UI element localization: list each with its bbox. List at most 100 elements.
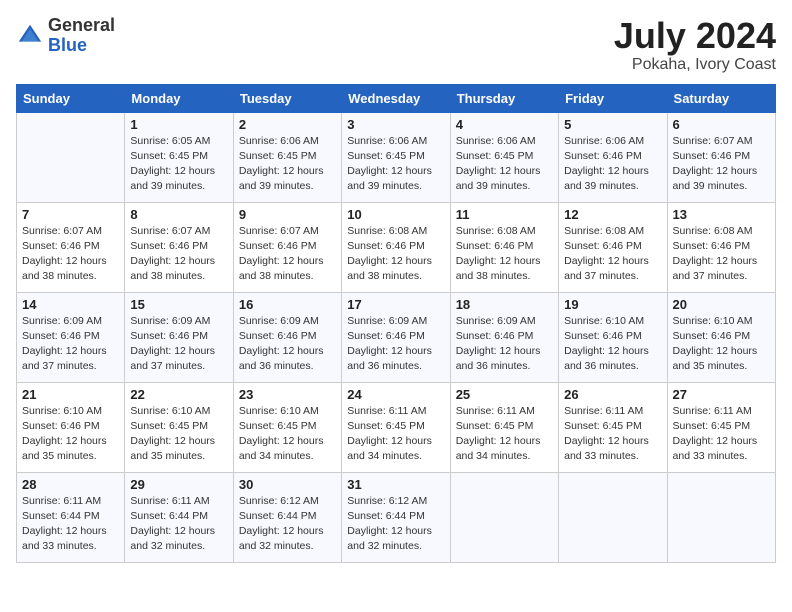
calendar-cell: 6 Sunrise: 6:07 AMSunset: 6:46 PMDaylight… bbox=[667, 112, 775, 202]
day-number: 15 bbox=[130, 297, 227, 312]
day-number: 16 bbox=[239, 297, 336, 312]
day-detail: Sunrise: 6:10 AMSunset: 6:45 PMDaylight:… bbox=[130, 404, 227, 465]
day-number: 11 bbox=[456, 207, 553, 222]
day-detail: Sunrise: 6:07 AMSunset: 6:46 PMDaylight:… bbox=[673, 134, 770, 195]
calendar-cell: 30Sunrise: 6:12 AMSunset: 6:44 PMDayligh… bbox=[233, 472, 341, 562]
day-detail: Sunrise: 6:08 AMSunset: 6:46 PMDaylight:… bbox=[456, 224, 553, 285]
day-number: 20 bbox=[673, 297, 770, 312]
day-detail: Sunrise: 6:09 AMSunset: 6:46 PMDaylight:… bbox=[130, 314, 227, 375]
calendar-day-header: Sunday bbox=[17, 84, 125, 112]
calendar-week-row: 21 Sunrise: 6:10 AMSunset: 6:46 PMDayligh… bbox=[17, 382, 776, 472]
calendar-subtitle: Pokaha, Ivory Coast bbox=[614, 56, 776, 74]
day-number: 2 bbox=[239, 117, 336, 132]
day-detail: Sunrise: 6:06 AMSunset: 6:45 PMDaylight:… bbox=[239, 134, 336, 195]
day-number: 21 bbox=[22, 387, 119, 402]
day-number: 24 bbox=[347, 387, 444, 402]
day-number: 10 bbox=[347, 207, 444, 222]
day-detail: Sunrise: 6:09 AMSunset: 6:46 PMDaylight:… bbox=[239, 314, 336, 375]
day-number: 8 bbox=[130, 207, 227, 222]
day-detail: Sunrise: 6:07 AMSunset: 6:46 PMDaylight:… bbox=[22, 224, 119, 285]
calendar-cell: 25 Sunrise: 6:11 AMSunset: 6:45 PMDayligh… bbox=[450, 382, 558, 472]
day-number: 22 bbox=[130, 387, 227, 402]
day-number: 3 bbox=[347, 117, 444, 132]
day-number: 14 bbox=[22, 297, 119, 312]
day-detail: Sunrise: 6:11 AMSunset: 6:45 PMDaylight:… bbox=[456, 404, 553, 465]
calendar-cell: 4 Sunrise: 6:06 AMSunset: 6:45 PMDaylight… bbox=[450, 112, 558, 202]
day-detail: Sunrise: 6:09 AMSunset: 6:46 PMDaylight:… bbox=[456, 314, 553, 375]
day-detail: Sunrise: 6:10 AMSunset: 6:46 PMDaylight:… bbox=[22, 404, 119, 465]
day-detail: Sunrise: 6:12 AMSunset: 6:44 PMDaylight:… bbox=[239, 494, 336, 555]
day-number: 25 bbox=[456, 387, 553, 402]
day-number: 19 bbox=[564, 297, 661, 312]
day-number: 23 bbox=[239, 387, 336, 402]
calendar-cell: 11 Sunrise: 6:08 AMSunset: 6:46 PMDayligh… bbox=[450, 202, 558, 292]
day-detail: Sunrise: 6:08 AMSunset: 6:46 PMDaylight:… bbox=[673, 224, 770, 285]
day-detail: Sunrise: 6:12 AMSunset: 6:44 PMDaylight:… bbox=[347, 494, 444, 555]
day-detail: Sunrise: 6:06 AMSunset: 6:45 PMDaylight:… bbox=[456, 134, 553, 195]
calendar-day-header: Thursday bbox=[450, 84, 558, 112]
day-number: 18 bbox=[456, 297, 553, 312]
calendar-week-row: 14 Sunrise: 6:09 AMSunset: 6:46 PMDayligh… bbox=[17, 292, 776, 382]
calendar-cell: 15 Sunrise: 6:09 AMSunset: 6:46 PMDayligh… bbox=[125, 292, 233, 382]
day-detail: Sunrise: 6:08 AMSunset: 6:46 PMDaylight:… bbox=[347, 224, 444, 285]
calendar-cell: 5Sunrise: 6:06 AMSunset: 6:46 PMDaylight… bbox=[559, 112, 667, 202]
calendar-cell: 3Sunrise: 6:06 AMSunset: 6:45 PMDaylight… bbox=[342, 112, 450, 202]
calendar-cell: 31 Sunrise: 6:12 AMSunset: 6:44 PMDayligh… bbox=[342, 472, 450, 562]
day-detail: Sunrise: 6:08 AMSunset: 6:46 PMDaylight:… bbox=[564, 224, 661, 285]
logo-text: General Blue bbox=[48, 16, 115, 56]
calendar-cell: 18 Sunrise: 6:09 AMSunset: 6:46 PMDayligh… bbox=[450, 292, 558, 382]
day-detail: Sunrise: 6:06 AMSunset: 6:46 PMDaylight:… bbox=[564, 134, 661, 195]
calendar-week-row: 1 Sunrise: 6:05 AMSunset: 6:45 PMDaylight… bbox=[17, 112, 776, 202]
calendar-cell: 24Sunrise: 6:11 AMSunset: 6:45 PMDayligh… bbox=[342, 382, 450, 472]
calendar-cell bbox=[559, 472, 667, 562]
calendar-cell: 10 Sunrise: 6:08 AMSunset: 6:46 PMDayligh… bbox=[342, 202, 450, 292]
logo-icon bbox=[16, 22, 44, 50]
calendar-cell: 12Sunrise: 6:08 AMSunset: 6:46 PMDayligh… bbox=[559, 202, 667, 292]
calendar-cell: 13 Sunrise: 6:08 AMSunset: 6:46 PMDayligh… bbox=[667, 202, 775, 292]
page-header: General Blue July 2024 Pokaha, Ivory Coa… bbox=[16, 16, 776, 74]
calendar-cell: 29 Sunrise: 6:11 AMSunset: 6:44 PMDayligh… bbox=[125, 472, 233, 562]
day-detail: Sunrise: 6:10 AMSunset: 6:46 PMDaylight:… bbox=[564, 314, 661, 375]
calendar-cell: 27Sunrise: 6:11 AMSunset: 6:45 PMDayligh… bbox=[667, 382, 775, 472]
day-detail: Sunrise: 6:11 AMSunset: 6:44 PMDaylight:… bbox=[130, 494, 227, 555]
day-detail: Sunrise: 6:09 AMSunset: 6:46 PMDaylight:… bbox=[347, 314, 444, 375]
calendar-day-header: Saturday bbox=[667, 84, 775, 112]
calendar-day-header: Monday bbox=[125, 84, 233, 112]
calendar-cell bbox=[450, 472, 558, 562]
calendar-cell: 23 Sunrise: 6:10 AMSunset: 6:45 PMDayligh… bbox=[233, 382, 341, 472]
day-number: 31 bbox=[347, 477, 444, 492]
calendar-cell: 20Sunrise: 6:10 AMSunset: 6:46 PMDayligh… bbox=[667, 292, 775, 382]
calendar-cell bbox=[667, 472, 775, 562]
calendar-cell: 19 Sunrise: 6:10 AMSunset: 6:46 PMDayligh… bbox=[559, 292, 667, 382]
day-number: 6 bbox=[673, 117, 770, 132]
calendar-day-header: Tuesday bbox=[233, 84, 341, 112]
calendar-day-header: Friday bbox=[559, 84, 667, 112]
day-number: 28 bbox=[22, 477, 119, 492]
calendar-cell: 8 Sunrise: 6:07 AMSunset: 6:46 PMDaylight… bbox=[125, 202, 233, 292]
calendar-cell: 26 Sunrise: 6:11 AMSunset: 6:45 PMDayligh… bbox=[559, 382, 667, 472]
day-detail: Sunrise: 6:11 AMSunset: 6:45 PMDaylight:… bbox=[673, 404, 770, 465]
day-detail: Sunrise: 6:05 AMSunset: 6:45 PMDaylight:… bbox=[130, 134, 227, 195]
day-detail: Sunrise: 6:07 AMSunset: 6:46 PMDaylight:… bbox=[239, 224, 336, 285]
calendar-cell: 16 Sunrise: 6:09 AMSunset: 6:46 PMDayligh… bbox=[233, 292, 341, 382]
day-number: 26 bbox=[564, 387, 661, 402]
calendar-cell: 22 Sunrise: 6:10 AMSunset: 6:45 PMDayligh… bbox=[125, 382, 233, 472]
day-detail: Sunrise: 6:10 AMSunset: 6:45 PMDaylight:… bbox=[239, 404, 336, 465]
day-number: 13 bbox=[673, 207, 770, 222]
day-number: 17 bbox=[347, 297, 444, 312]
day-detail: Sunrise: 6:09 AMSunset: 6:46 PMDaylight:… bbox=[22, 314, 119, 375]
calendar-cell bbox=[17, 112, 125, 202]
day-number: 29 bbox=[130, 477, 227, 492]
day-number: 4 bbox=[456, 117, 553, 132]
calendar-week-row: 7 Sunrise: 6:07 AMSunset: 6:46 PMDaylight… bbox=[17, 202, 776, 292]
day-detail: Sunrise: 6:11 AMSunset: 6:45 PMDaylight:… bbox=[564, 404, 661, 465]
calendar-cell: 17 Sunrise: 6:09 AMSunset: 6:46 PMDayligh… bbox=[342, 292, 450, 382]
day-number: 1 bbox=[130, 117, 227, 132]
calendar-week-row: 28 Sunrise: 6:11 AMSunset: 6:44 PMDayligh… bbox=[17, 472, 776, 562]
calendar-cell: 9Sunrise: 6:07 AMSunset: 6:46 PMDaylight… bbox=[233, 202, 341, 292]
calendar-title: July 2024 bbox=[614, 16, 776, 56]
day-number: 7 bbox=[22, 207, 119, 222]
calendar-cell: 21 Sunrise: 6:10 AMSunset: 6:46 PMDayligh… bbox=[17, 382, 125, 472]
day-detail: Sunrise: 6:07 AMSunset: 6:46 PMDaylight:… bbox=[130, 224, 227, 285]
calendar-day-header: Wednesday bbox=[342, 84, 450, 112]
